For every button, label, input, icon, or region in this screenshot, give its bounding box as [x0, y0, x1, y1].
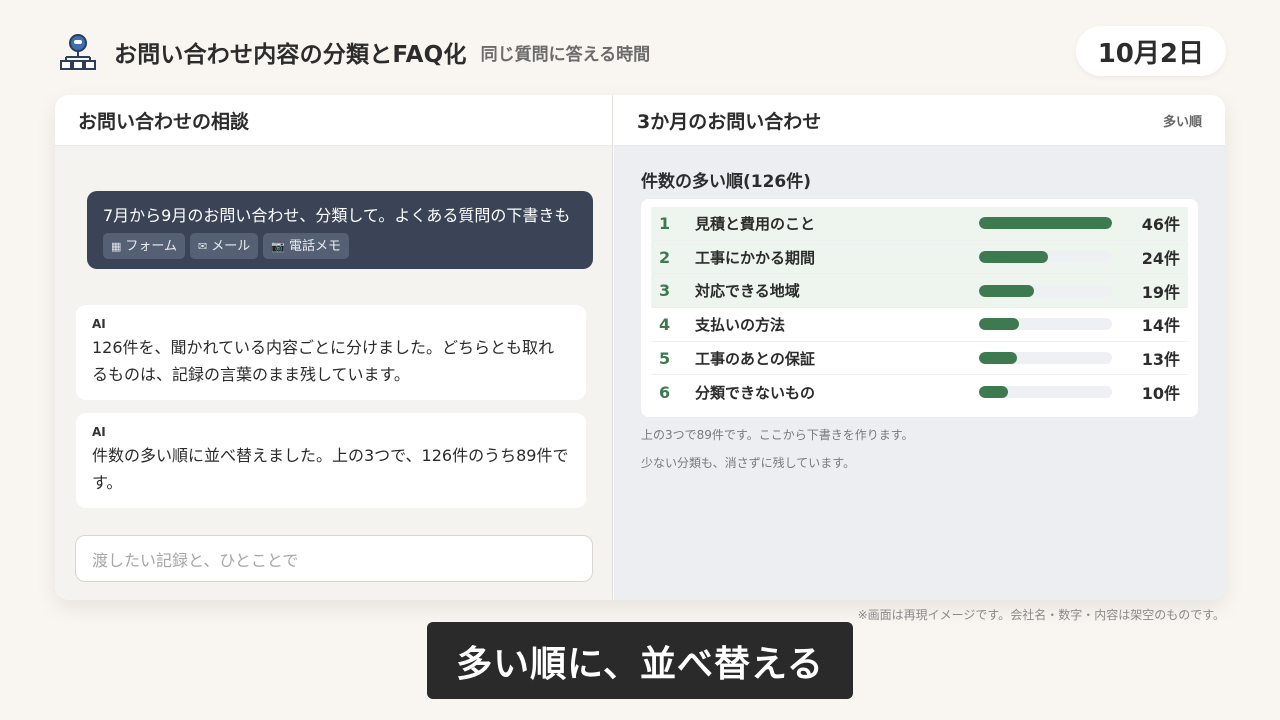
date-badge: 10月2日: [1075, 26, 1226, 76]
attachment-phone-memo[interactable]: 📷 電話メモ: [263, 233, 349, 259]
rank-bar: [979, 284, 1034, 297]
ai-message: AI 件数の多い順に並べ替えました。上の3つで、126件のうち89件です。: [76, 413, 586, 508]
rank-bar-track: [979, 217, 1112, 230]
inquiry-panel: 3か月のお問い合わせ 多い順 件数の多い順(126件) 1 見積と費用のこと 46件…: [614, 95, 1225, 600]
rank-bar: [979, 318, 1020, 331]
rank-label: 支払いの方法: [695, 315, 786, 334]
chat-panel-title: お問い合わせの相談: [78, 110, 250, 133]
rank-bar: [979, 386, 1008, 399]
rank-label: 対応できる地域: [695, 282, 800, 301]
page-subtitle: 同じ質問に答える時間: [480, 44, 651, 65]
ai-message-text: 126件を、聞かれている内容ごとに分けました。どちらとも取れるものは、記録の言葉…: [92, 338, 555, 384]
rank-number: 3: [659, 281, 671, 301]
attachment-label: 電話メモ: [288, 238, 341, 254]
attachment-mail[interactable]: ✉ メール: [190, 233, 259, 259]
attachment-label: フォーム: [125, 238, 178, 254]
ranking-row: 5 工事のあとの保証 13件: [651, 342, 1188, 376]
rank-number: 1: [659, 213, 671, 233]
ai-label: AI: [92, 317, 106, 331]
rank-bar-track: [979, 318, 1112, 331]
rank-bar-track: [979, 352, 1112, 365]
inquiry-panel-title: 3か月のお問い合わせ: [637, 110, 822, 133]
user-message-text: 7月から9月のお問い合わせ、分類して。よくある質問の下書きも: [103, 206, 571, 225]
mail-icon: ✉: [198, 239, 208, 253]
rank-label: 見積と費用のこと: [695, 214, 816, 233]
attachment-list: ▦ フォーム ✉ メール 📷 電話メモ: [103, 233, 577, 259]
rank-label: 分類できないもの: [695, 383, 816, 402]
ranking-row: 1 見積と費用のこと 46件: [651, 207, 1188, 241]
caption: 多い順に、並べ替える: [427, 622, 853, 699]
main-card: お問い合わせの相談 7月から9月のお問い合わせ、分類して。よくある質問の下書きも…: [55, 95, 1225, 600]
disclaimer: ※画面は再現イメージです。会社名・数字・内容は架空のものです。: [857, 608, 1225, 622]
rank-count: 14件: [1141, 316, 1180, 336]
rank-label: 工事のあとの保証: [695, 349, 815, 368]
inquiry-panel-header: 3か月のお問い合わせ 多い順: [614, 95, 1225, 146]
rank-number: 6: [659, 382, 671, 402]
sort-toggle[interactable]: 多い順: [1163, 111, 1202, 130]
rank-bar-track: [979, 284, 1112, 297]
rank-count: 46件: [1141, 215, 1180, 235]
ranking-row: 6 分類できないもの 10件: [651, 375, 1188, 409]
ranking-list: 1 見積と費用のこと 46件 2 工事にかかる期間 24件 3 対応できる地域 19件 4 支払いの…: [641, 199, 1198, 417]
rank-count: 13件: [1141, 350, 1180, 370]
rank-count: 10件: [1141, 384, 1180, 404]
header: お問い合わせ内容の分類とFAQ化 同じ質問に答える時間 10月2日: [58, 26, 1226, 76]
ranking-row: 4 支払いの方法 14件: [651, 308, 1188, 342]
rank-bar: [979, 352, 1017, 365]
rank-bar: [979, 251, 1049, 264]
camera-icon: 📷: [271, 239, 285, 253]
rank-bar: [979, 217, 1112, 230]
chat-panel: お問い合わせの相談 7月から9月のお問い合わせ、分類して。よくある質問の下書きも…: [55, 95, 613, 600]
attachment-form[interactable]: ▦ フォーム: [103, 233, 186, 259]
rank-count: 24件: [1141, 249, 1180, 269]
ai-label: AI: [92, 425, 106, 439]
ranking-note: 少ない分類も、消さずに残しています。: [641, 456, 856, 470]
rank-label: 工事にかかる期間: [695, 248, 816, 267]
org-chart-icon: [60, 34, 96, 70]
rank-bar-track: [979, 386, 1112, 399]
rank-bar-track: [979, 251, 1112, 264]
ranking-title: 件数の多い順(126件): [641, 172, 812, 192]
rank-number: 2: [659, 247, 671, 267]
user-message: 7月から9月のお問い合わせ、分類して。よくある質問の下書きも ▦ フォーム ✉ …: [87, 191, 593, 269]
message-input[interactable]: 渡したい記録と、ひとことで: [75, 535, 593, 582]
ranking-row: 3 対応できる地域 19件: [651, 274, 1188, 309]
rank-count: 19件: [1141, 282, 1180, 302]
chat-panel-header: お問い合わせの相談: [55, 95, 612, 146]
grid-icon: ▦: [111, 239, 122, 253]
ranking-note: 上の3つで89件です。ここから下書きを作ります。: [641, 428, 914, 442]
ranking-row: 2 工事にかかる期間 24件: [651, 240, 1188, 275]
rank-number: 5: [659, 348, 671, 368]
page-title: お問い合わせ内容の分類とFAQ化: [114, 42, 467, 68]
rank-number: 4: [659, 314, 671, 334]
attachment-label: メール: [211, 238, 251, 254]
ai-message-text: 件数の多い順に並べ替えました。上の3つで、126件のうち89件です。: [92, 446, 569, 492]
ai-message: AI 126件を、聞かれている内容ごとに分けました。どちらとも取れるものは、記録…: [76, 305, 586, 400]
